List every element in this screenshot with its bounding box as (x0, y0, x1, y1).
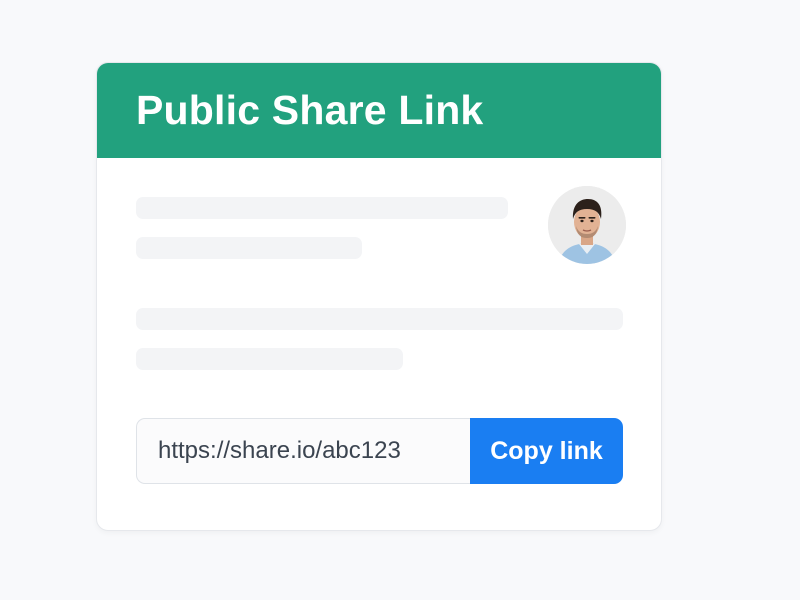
share-link-input[interactable] (136, 418, 470, 484)
skeleton-line (136, 348, 403, 370)
avatar (548, 186, 626, 264)
copy-link-button[interactable]: Copy link (470, 418, 623, 484)
user-avatar-icon (548, 186, 626, 264)
share-card: Public Share Link https://share.io/abc12… (96, 62, 662, 531)
skeleton-line (136, 197, 508, 219)
skeleton-line (136, 237, 362, 259)
skeleton-line (136, 308, 623, 330)
card-header: Public Share Link (97, 63, 661, 158)
share-link-row: Copy link (136, 418, 623, 484)
card-title: Public Share Link (136, 87, 484, 133)
